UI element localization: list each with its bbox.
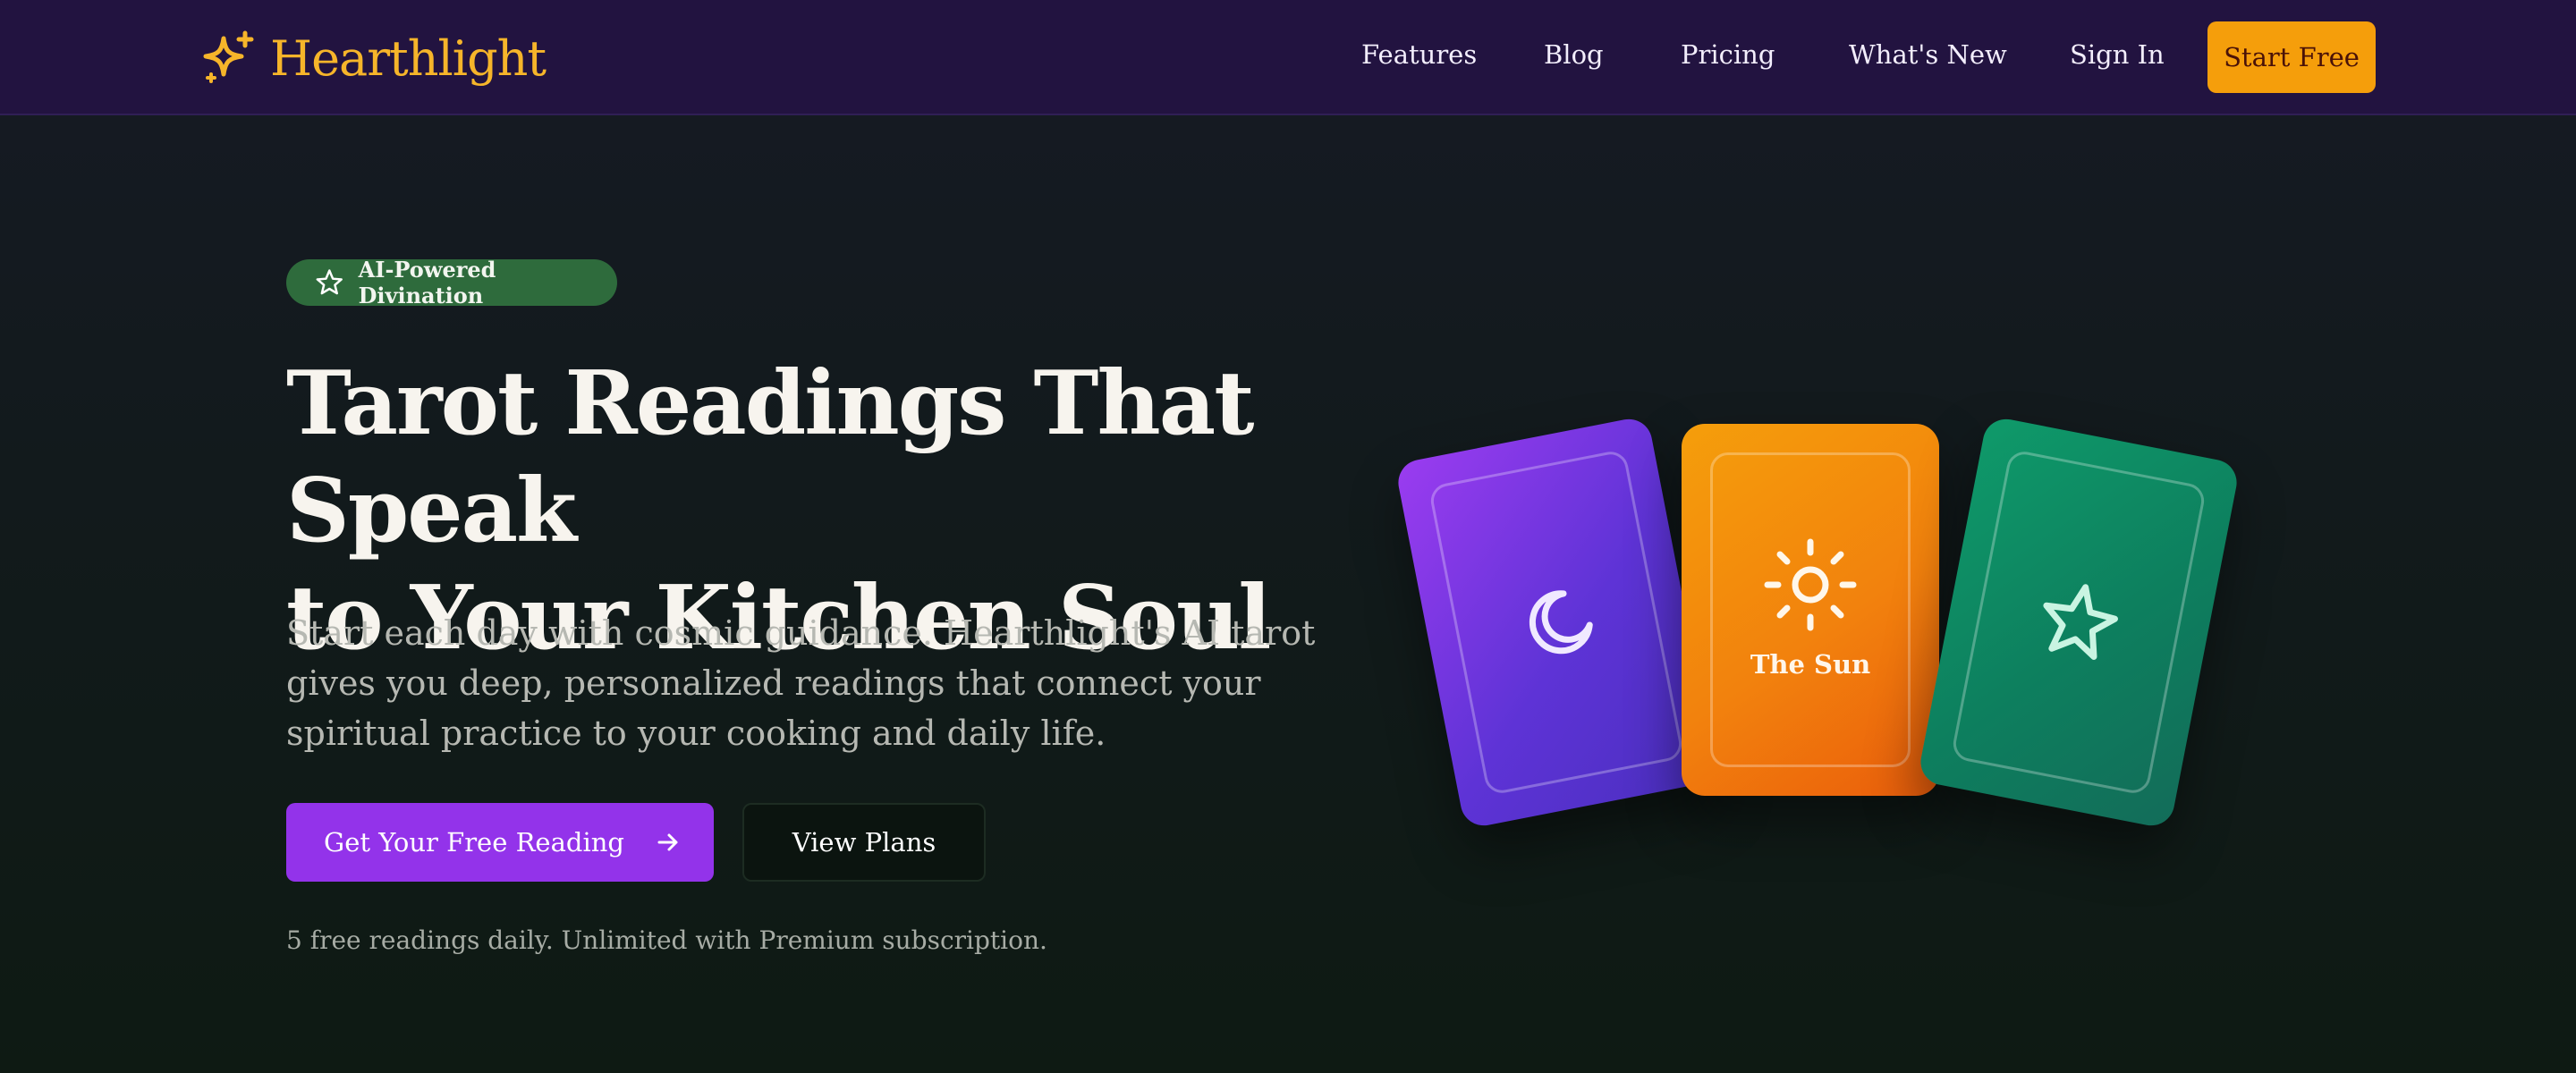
hero-description: Start each day with cosmic guidance. Hea… (286, 613, 1316, 753)
ai-badge: AI-Powered Divination (286, 257, 617, 308)
start-free-button[interactable]: Start Free (2207, 21, 2376, 93)
nav-link-blog[interactable]: Blog (1544, 39, 1604, 70)
tarot-card-moon (1394, 415, 1719, 830)
tarot-card-sun: The Sun (1682, 424, 1939, 796)
sun-icon (1764, 538, 1857, 631)
headline-line-1: Tarot Readings That Speak (286, 352, 1254, 562)
nav-link-pricing[interactable]: Pricing (1681, 39, 1775, 70)
nav-links: Features Blog Pricing What's New Sign In (0, 0, 2576, 115)
star-icon (2043, 584, 2118, 660)
card-label-the-sun: The Sun (1750, 649, 1871, 680)
star-icon (316, 269, 343, 295)
badge-label: AI-Powered Divination (358, 257, 496, 308)
nav-link-whats-new[interactable]: What's New (1849, 39, 2007, 70)
arrow-right-icon (657, 833, 678, 851)
view-plans-button[interactable]: View Plans (742, 803, 986, 882)
nav-link-features[interactable]: Features (1361, 39, 1477, 70)
nav-link-sign-in[interactable]: Sign In (2070, 39, 2165, 70)
get-free-reading-button[interactable]: Get Your Free Reading (286, 803, 714, 882)
cta-label: Get Your Free Reading (324, 827, 624, 858)
moon-icon (1529, 590, 1593, 655)
top-navbar: Hearthlight Features Blog Pricing What's… (0, 0, 2576, 115)
tarot-card-star (1916, 415, 2241, 830)
free-readings-note: 5 free readings daily. Unlimited with Pr… (286, 925, 1047, 955)
